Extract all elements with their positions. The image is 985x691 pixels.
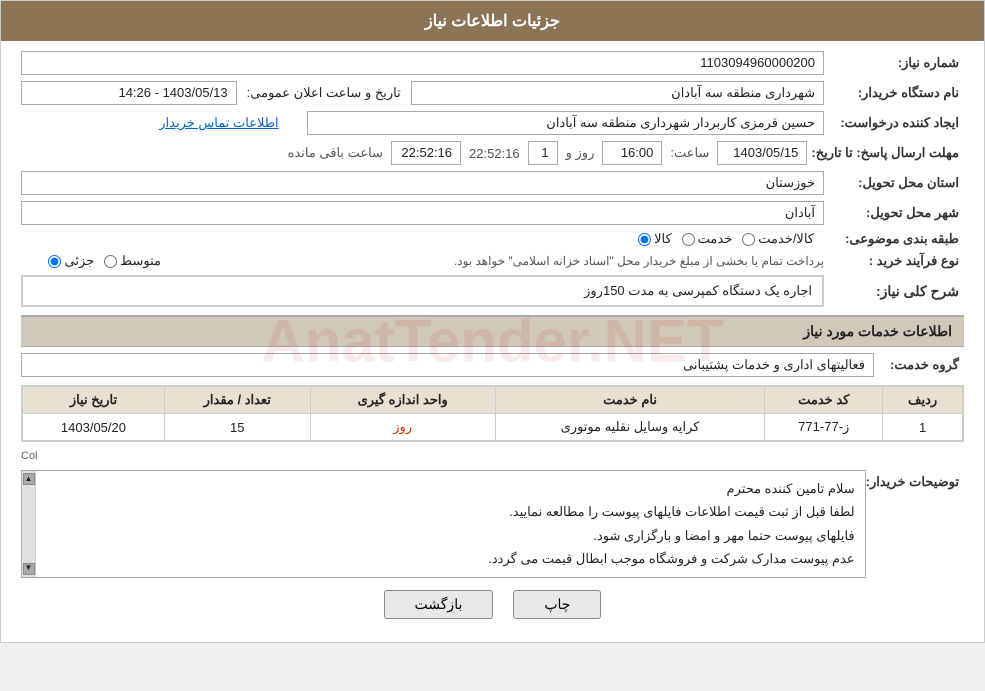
- buyer-notes-label: توضیحات خریدار:: [866, 470, 964, 490]
- note-line: عدم پیوست مدارک شرکت و فروشگاه موجب ابطا…: [50, 547, 855, 570]
- footer-buttons: چاپ بازگشت: [21, 590, 964, 619]
- table-row: 1 ز-77-771 کرایه وسایل نقلیه موتوری روز …: [23, 414, 963, 441]
- radio-jozvi[interactable]: [48, 255, 61, 268]
- services-section-header: اطلاعات خدمات مورد نیاز: [21, 315, 964, 347]
- note-line: لطفا قبل از ثبت قیمت اطلاعات فایلهای پیو…: [50, 500, 855, 523]
- buyer-notes-section: توضیحات خریدار: ▲ ▼ سلام تامین کننده محت…: [21, 470, 964, 578]
- radio-kala-khedmat-item: کالا/خدمت: [742, 231, 814, 247]
- category-radio-group: کالا/خدمت خدمت کالا: [21, 231, 824, 247]
- category-label: طبقه بندی موضوعی:: [824, 231, 964, 247]
- proc-type-row: نوع فرآیند خرید : پرداخت تمام یا بخشی از…: [21, 253, 964, 269]
- proc-radio-group: متوسط جزئی: [21, 253, 171, 269]
- deadline-remaining-label: ساعت باقی مانده: [284, 145, 387, 161]
- radio-kala-khedmat[interactable]: [742, 233, 755, 246]
- proc-note: پرداخت تمام یا بخشی از مبلغ خریدار محل "…: [181, 254, 824, 268]
- service-group-label: گروه خدمت:: [874, 357, 964, 373]
- radio-kala-item: کالا: [638, 231, 672, 247]
- deadline-remaining-clock: 22:52:16: [391, 141, 461, 165]
- radio-motavaset[interactable]: [104, 255, 117, 268]
- need-number-value: 1103094960000200: [21, 51, 824, 75]
- cell-service-name: کرایه وسایل نقلیه موتوری: [495, 414, 764, 441]
- note-line: فایلهای پیوست حتما مهر و امضا و بارگزاری…: [50, 524, 855, 547]
- col-header-date: تاریخ نیاز: [23, 387, 165, 414]
- need-desc-value: اجاره یک دستگاه کمپرسی به مدت 150روز: [21, 275, 824, 307]
- deadline-time: 16:00: [602, 141, 662, 165]
- proc-type-label: نوع فرآیند خرید :: [824, 253, 964, 269]
- service-group-value: فعالیتهای اداری و خدمات پشتیبانی: [21, 353, 874, 377]
- datetime-buyer-row: نام دستگاه خریدار: شهرداری منطقه سه آباد…: [21, 81, 964, 105]
- category-row: طبقه بندی موضوعی: کالا/خدمت خدمت کالا: [21, 231, 964, 247]
- scroll-bar: ▲ ▼: [22, 471, 36, 577]
- city-value: آبادان: [21, 201, 824, 225]
- service-group-row: گروه خدمت: فعالیتهای اداری و خدمات پشتیب…: [21, 353, 964, 377]
- creator-label: ایجاد کننده درخواست:: [824, 115, 964, 131]
- creator-row: ایجاد کننده درخواست: حسین قرمزی کاربردار…: [21, 111, 964, 135]
- page-header: جزئیات اطلاعات نیاز: [1, 1, 984, 41]
- radio-motavaset-item: متوسط: [104, 253, 161, 269]
- back-button[interactable]: بازگشت: [384, 590, 494, 619]
- cell-rownum: 1: [883, 414, 963, 441]
- col-label: Col: [21, 450, 38, 462]
- col-header-qty: تعداد / مقدار: [164, 387, 310, 414]
- page-title: جزئیات اطلاعات نیاز: [425, 13, 560, 30]
- need-number-row: شماره نیاز: 1103094960000200: [21, 51, 964, 75]
- services-table: ردیف کد خدمت نام خدمت واحد اندازه گیری ت…: [22, 386, 963, 441]
- col-header-rownum: ردیف: [883, 387, 963, 414]
- col-header-service-code: کد خدمت: [765, 387, 883, 414]
- radio-motavaset-label: متوسط: [120, 253, 161, 269]
- city-row: شهر محل تحویل: آبادان: [21, 201, 964, 225]
- datetime-value: 1403/05/13 - 14:26: [21, 81, 237, 105]
- buyer-org-label: نام دستگاه خریدار:: [824, 85, 964, 101]
- col-header-service-name: نام خدمت: [495, 387, 764, 414]
- cell-date: 1403/05/20: [23, 414, 165, 441]
- deadline-label: مهلت ارسال پاسخ: تا تاریخ:: [811, 145, 964, 161]
- need-desc-label: شرح کلی نیاز:: [824, 283, 964, 300]
- radio-khedmat-label: خدمت: [698, 231, 733, 247]
- deadline-row: مهلت ارسال پاسخ: تا تاریخ: 1403/05/15 سا…: [21, 141, 964, 165]
- province-row: استان محل تحویل: خوزستان: [21, 171, 964, 195]
- radio-khedmat-item: خدمت: [682, 231, 733, 247]
- radio-jozvi-label: جزئی: [64, 253, 94, 269]
- buyer-notes-content: سلام تامین کننده محترملطفا قبل از ثبت قی…: [32, 477, 855, 571]
- contact-link[interactable]: اطلاعات تماس خریدار: [159, 115, 278, 130]
- services-table-container: ردیف کد خدمت نام خدمت واحد اندازه گیری ت…: [21, 385, 964, 442]
- radio-kala-khedmat-label: کالا/خدمت: [758, 231, 814, 247]
- cell-service-code: ز-77-771: [765, 414, 883, 441]
- deadline-remaining: 1: [528, 141, 558, 165]
- need-desc-row: شرح کلی نیاز: اجاره یک دستگاه کمپرسی به …: [21, 275, 964, 307]
- radio-khedmat[interactable]: [682, 233, 695, 246]
- deadline-time-label: ساعت:: [666, 145, 713, 161]
- province-value: خوزستان: [21, 171, 824, 195]
- deadline-date: 1403/05/15: [717, 141, 807, 165]
- note-line: سلام تامین کننده محترم: [50, 477, 855, 500]
- radio-kala[interactable]: [638, 233, 651, 246]
- buyer-org-value: شهرداری منطقه سه آبادان: [411, 81, 824, 105]
- deadline-remaining-time: 22:52:16: [465, 146, 524, 161]
- buyer-notes-box: ▲ ▼ سلام تامین کننده محترملطفا قبل از ثب…: [21, 470, 866, 578]
- radio-kala-label: کالا: [654, 231, 672, 247]
- scroll-up-btn[interactable]: ▲: [23, 473, 35, 485]
- city-label: شهر محل تحویل:: [824, 205, 964, 221]
- col-header-unit: واحد اندازه گیری: [310, 387, 495, 414]
- radio-jozvi-item: جزئی: [48, 253, 94, 269]
- creator-value: حسین قرمزی کاربردار شهرداری منطقه سه آبا…: [307, 111, 824, 135]
- print-button[interactable]: چاپ: [513, 590, 601, 619]
- province-label: استان محل تحویل:: [824, 175, 964, 191]
- deadline-day-label: روز و: [562, 145, 599, 161]
- cell-unit: روز: [310, 414, 495, 441]
- datetime-label: تاریخ و ساعت اعلان عمومی:: [237, 85, 411, 101]
- services-section-title: اطلاعات خدمات مورد نیاز: [803, 323, 952, 339]
- cell-qty: 15: [164, 414, 310, 441]
- col-indicator: Col: [21, 450, 964, 462]
- scroll-down-btn[interactable]: ▼: [23, 563, 35, 575]
- table-header-row: ردیف کد خدمت نام خدمت واحد اندازه گیری ت…: [23, 387, 963, 414]
- need-number-label: شماره نیاز:: [824, 55, 964, 71]
